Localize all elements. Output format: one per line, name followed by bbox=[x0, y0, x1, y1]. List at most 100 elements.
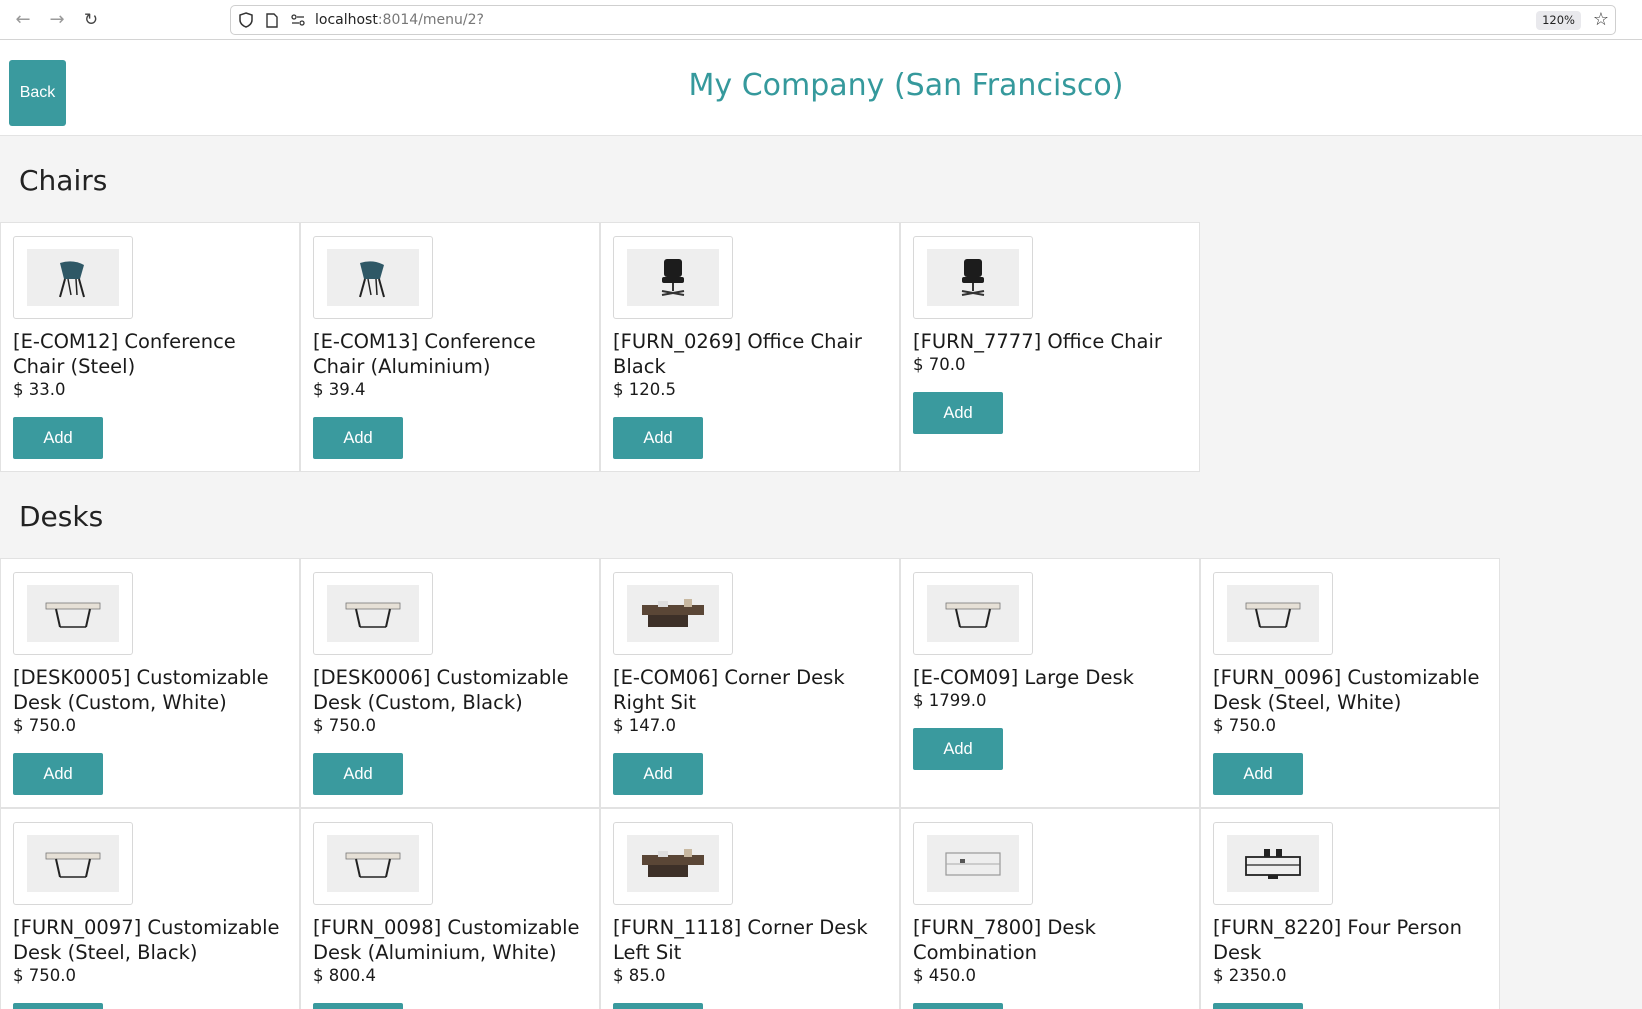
product-card[interactable]: [E-COM09] Large Desk $ 1799.0 Add bbox=[900, 558, 1200, 808]
bookmark-star-icon[interactable]: ☆ bbox=[1593, 9, 1609, 30]
product-card[interactable]: [FURN_7800] Desk Combination $ 450.0 Add bbox=[900, 808, 1200, 1009]
product-image bbox=[913, 572, 1033, 655]
shield-icon[interactable] bbox=[235, 6, 257, 34]
product-image bbox=[913, 236, 1033, 319]
browser-toolbar: ← → ↻ localhost:8014/menu/2? 120% ☆ bbox=[0, 0, 1642, 40]
product-price: $ 70.0 bbox=[913, 355, 966, 374]
product-card[interactable]: [FURN_7777] Office Chair $ 70.0 Add bbox=[900, 222, 1200, 472]
product-price: $ 450.0 bbox=[913, 966, 976, 985]
add-button[interactable]: Add bbox=[913, 1003, 1003, 1009]
url-host: localhost bbox=[315, 12, 378, 28]
company-title: My Company (San Francisco) bbox=[688, 68, 1124, 103]
product-card[interactable]: [DESK0006] Customizable Desk (Custom, Bl… bbox=[300, 558, 600, 808]
four-person-desk-icon bbox=[1227, 835, 1319, 892]
product-image bbox=[313, 572, 433, 655]
browser-reload-icon[interactable]: ↻ bbox=[74, 0, 108, 40]
product-name: [E-COM13] Conference Chair (Aluminium) bbox=[313, 330, 536, 378]
zoom-level-badge[interactable]: 120% bbox=[1536, 11, 1581, 30]
product-price: $ 85.0 bbox=[613, 966, 666, 985]
desk-icon bbox=[27, 585, 119, 642]
add-button[interactable]: Add bbox=[613, 753, 703, 795]
product-name: [FURN_1118] Corner Desk Left Sit bbox=[613, 916, 868, 964]
product-card[interactable]: [E-COM06] Corner Desk Right Sit $ 147.0 Ad… bbox=[600, 558, 900, 808]
product-name: [FURN_7800] Desk Combination bbox=[913, 916, 1096, 964]
menu-content: Chairs [E-COM12] Conference Chair (Steel)… bbox=[0, 136, 1642, 1009]
office-chair-icon bbox=[627, 249, 719, 306]
product-card[interactable]: [E-COM13] Conference Chair (Aluminium) $ … bbox=[300, 222, 600, 472]
add-button[interactable]: Add bbox=[13, 1003, 103, 1009]
url-path: :8014/menu/2? bbox=[377, 12, 484, 28]
corner-desk-icon bbox=[627, 585, 719, 642]
add-button[interactable]: Add bbox=[313, 417, 403, 459]
product-price: $ 120.5 bbox=[613, 380, 676, 399]
product-price: $ 750.0 bbox=[13, 716, 76, 735]
product-image bbox=[913, 822, 1033, 905]
browser-forward-icon[interactable]: → bbox=[40, 0, 74, 40]
add-button[interactable]: Add bbox=[613, 1003, 703, 1009]
product-image bbox=[613, 236, 733, 319]
product-name: [DESK0005] Customizable Desk (Custom, Wh… bbox=[13, 666, 269, 714]
desk-icon bbox=[327, 835, 419, 892]
product-price: $ 750.0 bbox=[13, 966, 76, 985]
product-name: [E-COM09] Large Desk bbox=[913, 666, 1134, 689]
product-card[interactable]: [E-COM12] Conference Chair (Steel) $ 33.0… bbox=[0, 222, 300, 472]
chair-icon bbox=[327, 249, 419, 306]
add-button[interactable]: Add bbox=[313, 753, 403, 795]
add-button[interactable]: Add bbox=[613, 417, 703, 459]
category-section: Chairs [E-COM12] Conference Chair (Steel)… bbox=[0, 136, 1642, 472]
product-price: $ 147.0 bbox=[613, 716, 676, 735]
product-grid: [DESK0005] Customizable Desk (Custom, Wh… bbox=[0, 558, 1642, 1009]
address-bar[interactable]: localhost:8014/menu/2? 120% ☆ bbox=[230, 5, 1616, 35]
product-price: $ 2350.0 bbox=[1213, 966, 1287, 985]
product-card[interactable]: [FURN_8220] Four Person Desk $ 2350.0 Add bbox=[1200, 808, 1500, 1009]
desk-icon bbox=[1227, 585, 1319, 642]
product-name: [FURN_0096] Customizable Desk (Steel, Wh… bbox=[1213, 666, 1480, 714]
product-image bbox=[613, 572, 733, 655]
desk-icon bbox=[927, 585, 1019, 642]
product-card[interactable]: [FURN_0096] Customizable Desk (Steel, Wh… bbox=[1200, 558, 1500, 808]
product-grid: [E-COM12] Conference Chair (Steel) $ 33.0… bbox=[0, 222, 1642, 472]
product-card[interactable]: [DESK0005] Customizable Desk (Custom, Wh… bbox=[0, 558, 300, 808]
product-price: $ 750.0 bbox=[1213, 716, 1276, 735]
add-button[interactable]: Add bbox=[913, 728, 1003, 770]
product-name: [DESK0006] Customizable Desk (Custom, Bl… bbox=[313, 666, 569, 714]
add-button[interactable]: Add bbox=[13, 417, 103, 459]
corner-desk-icon bbox=[627, 835, 719, 892]
add-button[interactable]: Add bbox=[313, 1003, 403, 1009]
desk-icon bbox=[27, 835, 119, 892]
product-price: $ 33.0 bbox=[13, 380, 66, 399]
product-name: [FURN_7777] Office Chair bbox=[913, 330, 1162, 353]
product-image bbox=[13, 822, 133, 905]
product-name: [FURN_0269] Office Chair Black bbox=[613, 330, 862, 378]
product-card[interactable]: [FURN_0269] Office Chair Black $ 120.5 Add bbox=[600, 222, 900, 472]
product-price: $ 39.4 bbox=[313, 380, 366, 399]
product-card[interactable]: [FURN_0097] Customizable Desk (Steel, Bl… bbox=[0, 808, 300, 1009]
site-permissions-icon[interactable] bbox=[287, 6, 309, 34]
category-section: Desks [DESK0005] Customizable Desk (Custo… bbox=[0, 472, 1642, 1009]
product-image bbox=[13, 572, 133, 655]
category-title: Chairs bbox=[19, 164, 108, 197]
product-image bbox=[313, 236, 433, 319]
product-price: $ 1799.0 bbox=[913, 691, 987, 710]
product-name: [E-COM12] Conference Chair (Steel) bbox=[13, 330, 236, 378]
product-image bbox=[313, 822, 433, 905]
browser-back-icon[interactable]: ← bbox=[6, 0, 40, 40]
page-icon bbox=[261, 6, 283, 34]
add-button[interactable]: Add bbox=[13, 753, 103, 795]
product-name: [FURN_0098] Customizable Desk (Aluminium… bbox=[313, 916, 580, 964]
add-button[interactable]: Add bbox=[1213, 753, 1303, 795]
category-title: Desks bbox=[19, 500, 104, 533]
product-image bbox=[13, 236, 133, 319]
app-header: Back My Company (San Francisco) bbox=[0, 40, 1642, 136]
product-name: [E-COM06] Corner Desk Right Sit bbox=[613, 666, 845, 714]
office-chair-icon bbox=[927, 249, 1019, 306]
product-image bbox=[1213, 572, 1333, 655]
product-image bbox=[613, 822, 733, 905]
add-button[interactable]: Add bbox=[913, 392, 1003, 434]
product-card[interactable]: [FURN_0098] Customizable Desk (Aluminium… bbox=[300, 808, 600, 1009]
product-price: $ 750.0 bbox=[313, 716, 376, 735]
chair-icon bbox=[27, 249, 119, 306]
url-text: localhost:8014/menu/2? bbox=[315, 12, 484, 28]
product-card[interactable]: [FURN_1118] Corner Desk Left Sit $ 85.0 Ad… bbox=[600, 808, 900, 1009]
add-button[interactable]: Add bbox=[1213, 1003, 1303, 1009]
